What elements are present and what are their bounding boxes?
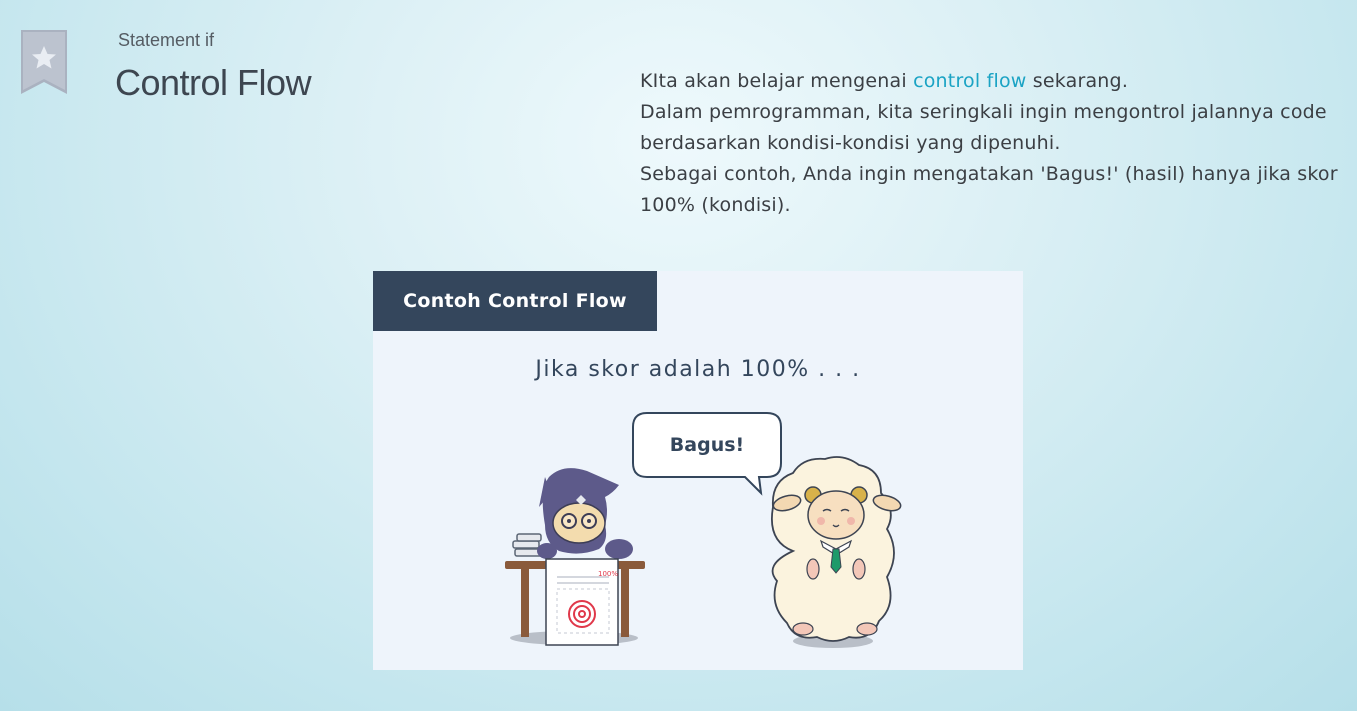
intro-paragraph-1: KIta akan belajar mengenai control flow …	[640, 66, 1340, 97]
lesson-subtitle: Statement if	[118, 30, 215, 50]
paper-score: 100%	[598, 570, 618, 578]
sheep-character	[771, 456, 902, 648]
intro-text: KIta akan belajar mengenai control flow …	[640, 66, 1340, 221]
card-header: Contoh Control Flow	[373, 271, 657, 331]
intro-paragraph-3: Sebagai contoh, Anda ingin mengatakan 'B…	[640, 163, 1338, 216]
ninja-character: 100%	[505, 468, 645, 646]
control-flow-link[interactable]: control flow	[913, 70, 1026, 92]
intro-paragraph-2: Dalam pemrogramman, kita seringkali ingi…	[640, 101, 1327, 154]
condition-text: Jika skor adalah 100% . . .	[535, 357, 861, 382]
page-title: Control Flow	[115, 62, 312, 103]
intro-text-before: KIta akan belajar mengenai	[640, 70, 914, 92]
example-card: Contoh Control Flow Jika skor adalah 100…	[373, 271, 1023, 670]
bookmark-icon[interactable]	[20, 30, 68, 94]
intro-text-after: sekarang.	[1026, 70, 1129, 92]
speech-bubble-text: Bagus!	[669, 434, 745, 456]
